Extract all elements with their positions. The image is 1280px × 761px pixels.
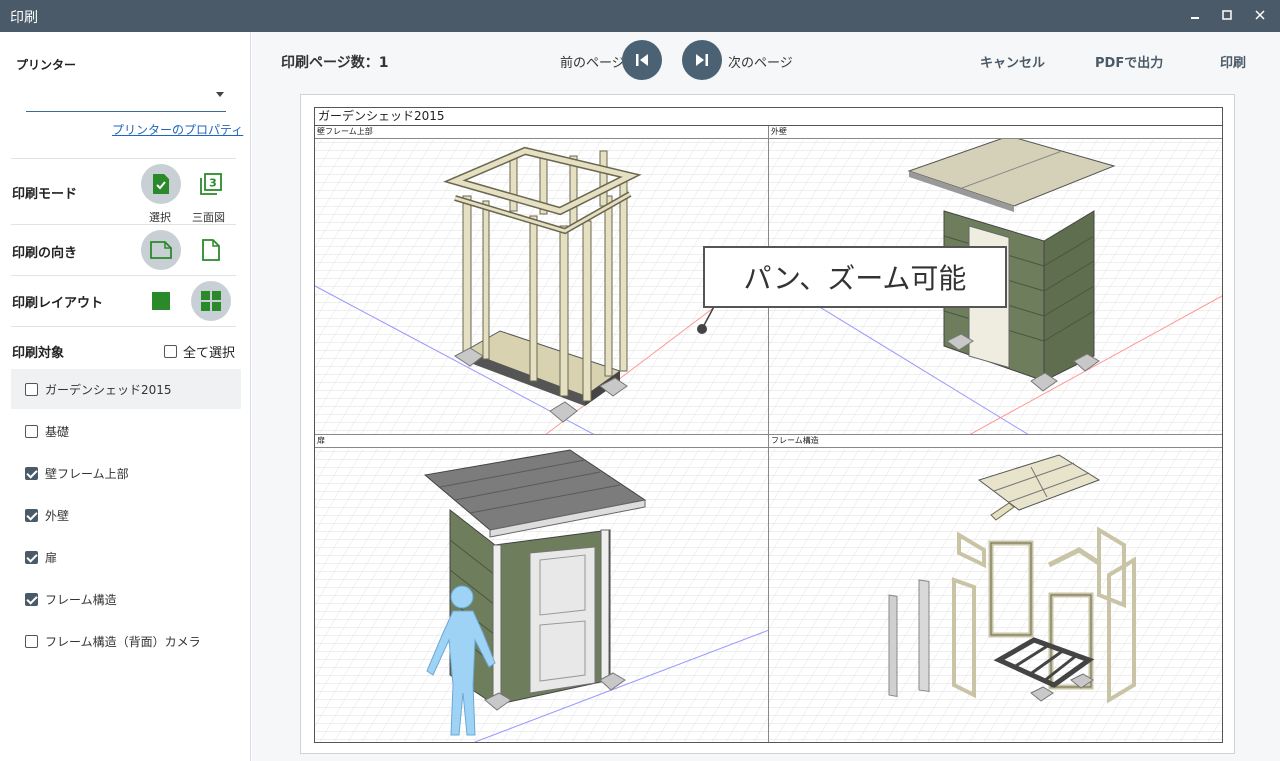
svg-text:3: 3 (209, 177, 217, 190)
layout-label: 印刷レイアウト (12, 296, 104, 311)
cancel-button[interactable]: キャンセル (980, 52, 1045, 71)
chevron-down-icon[interactable] (216, 92, 224, 97)
landscape-page-icon (150, 241, 172, 259)
target-item-label: 基礎 (45, 424, 70, 439)
close-button[interactable] (1245, 4, 1275, 28)
frame-top-view (315, 140, 768, 434)
print-mode-three-view-button[interactable]: 3 (191, 164, 231, 204)
pan-zoom-callout: パン、ズーム可能 (703, 246, 1007, 308)
target-item[interactable]: フレーム構造（背面）カメラ (11, 621, 241, 661)
settings-panel: プリンター プリンターのプロパティ 印刷モード 選択 3 三面図 印刷の向き 印… (0, 32, 251, 761)
grid-layout-icon (201, 291, 221, 311)
orientation-label: 印刷の向き (12, 246, 78, 261)
next-page-button[interactable] (682, 40, 722, 80)
target-item[interactable]: 壁フレーム上部 (11, 453, 241, 493)
printer-label: プリンター (16, 58, 77, 72)
target-item[interactable]: 基礎 (11, 411, 241, 451)
layout-four-button[interactable] (191, 281, 231, 321)
maximize-icon (1222, 10, 1232, 20)
minimize-icon (1191, 17, 1199, 19)
target-item[interactable]: 扉 (11, 537, 241, 577)
print-mode-label: 印刷モード (12, 187, 78, 202)
printer-select-underline (26, 111, 226, 112)
checkbox-icon (25, 424, 38, 438)
select-all-checkbox[interactable]: 全て選択 (164, 342, 235, 361)
target-item[interactable]: ガーデンシェッド2015 (11, 369, 241, 409)
frame-structure-view (769, 449, 1222, 742)
next-page-label: 次のページ (728, 56, 793, 71)
target-item-label: 外壁 (45, 508, 70, 523)
target-item-label: ガーデンシェッド2015 (45, 382, 172, 397)
divider (11, 158, 236, 159)
prev-page-label: 前のページ (560, 56, 625, 71)
checkbox-icon (25, 382, 38, 396)
maximize-button[interactable] (1212, 4, 1242, 28)
prev-page-button[interactable] (622, 40, 662, 80)
print-button[interactable]: 印刷 (1220, 52, 1246, 71)
divider (11, 224, 236, 225)
landscape-button[interactable] (141, 230, 181, 270)
skip-forward-icon (696, 54, 708, 66)
target-item[interactable]: フレーム構造 (11, 579, 241, 619)
target-item[interactable]: 外壁 (11, 495, 241, 535)
target-item-label: 壁フレーム上部 (45, 466, 129, 481)
view-cell[interactable]: 扉 (315, 435, 769, 742)
document-check-icon (153, 174, 169, 194)
printer-select[interactable] (26, 82, 226, 112)
portrait-page-icon (202, 239, 220, 261)
target-item-label: 扉 (45, 550, 58, 565)
checkbox-icon (25, 634, 38, 648)
print-mode-select-caption: 選択 (149, 211, 171, 224)
pdf-export-button[interactable]: PDFで出力 (1095, 52, 1163, 71)
single-layout-icon (152, 292, 170, 310)
close-icon (1255, 10, 1265, 20)
checkbox-checked-icon (25, 466, 38, 480)
checkbox-icon (164, 345, 177, 358)
skip-back-icon (636, 54, 648, 66)
preview-area: 印刷ページ数：1 前のページ 次のページ キャンセル PDFで出力 印刷 ガーデ… (252, 32, 1280, 761)
print-mode-three-view-caption: 三面図 (192, 211, 225, 224)
door-view (315, 449, 768, 742)
divider (11, 275, 236, 276)
targets-label: 印刷対象 (12, 346, 65, 361)
view-title: フレーム構造 (769, 435, 1222, 448)
divider (11, 326, 236, 327)
checkbox-checked-icon (25, 508, 38, 522)
view-cell[interactable]: フレーム構造 (769, 435, 1222, 742)
view-title: 外壁 (769, 126, 1222, 139)
portrait-button[interactable] (191, 230, 231, 270)
minimize-button[interactable] (1180, 4, 1210, 28)
title-bar: 印刷 (0, 0, 1280, 32)
printer-properties-link[interactable]: プリンターのプロパティ (112, 121, 243, 138)
page-count: 印刷ページ数：1 (281, 55, 389, 71)
view-title: 扉 (315, 435, 768, 448)
view-title: 壁フレーム上部 (315, 126, 768, 139)
window-title: 印刷 (10, 10, 38, 26)
three-view-icon: 3 (200, 173, 222, 195)
print-mode-select-button[interactable] (141, 164, 181, 204)
preview-title: ガーデンシェッド2015 (315, 108, 1222, 126)
layout-single-button[interactable] (141, 281, 181, 321)
select-all-label: 全て選択 (183, 346, 236, 361)
checkbox-checked-icon (25, 550, 38, 564)
checkbox-checked-icon (25, 592, 38, 606)
view-cell[interactable]: 壁フレーム上部 (315, 126, 769, 435)
target-item-label: フレーム構造 (45, 592, 117, 607)
target-item-label: フレーム構造（背面）カメラ (45, 634, 201, 649)
print-frame: ガーデンシェッド2015 壁フレーム上部 外壁 扉 フレーム構造 パン、ズーム可… (314, 107, 1223, 743)
print-preview-page[interactable]: ガーデンシェッド2015 壁フレーム上部 外壁 扉 フレーム構造 パン、ズーム可… (300, 94, 1235, 754)
